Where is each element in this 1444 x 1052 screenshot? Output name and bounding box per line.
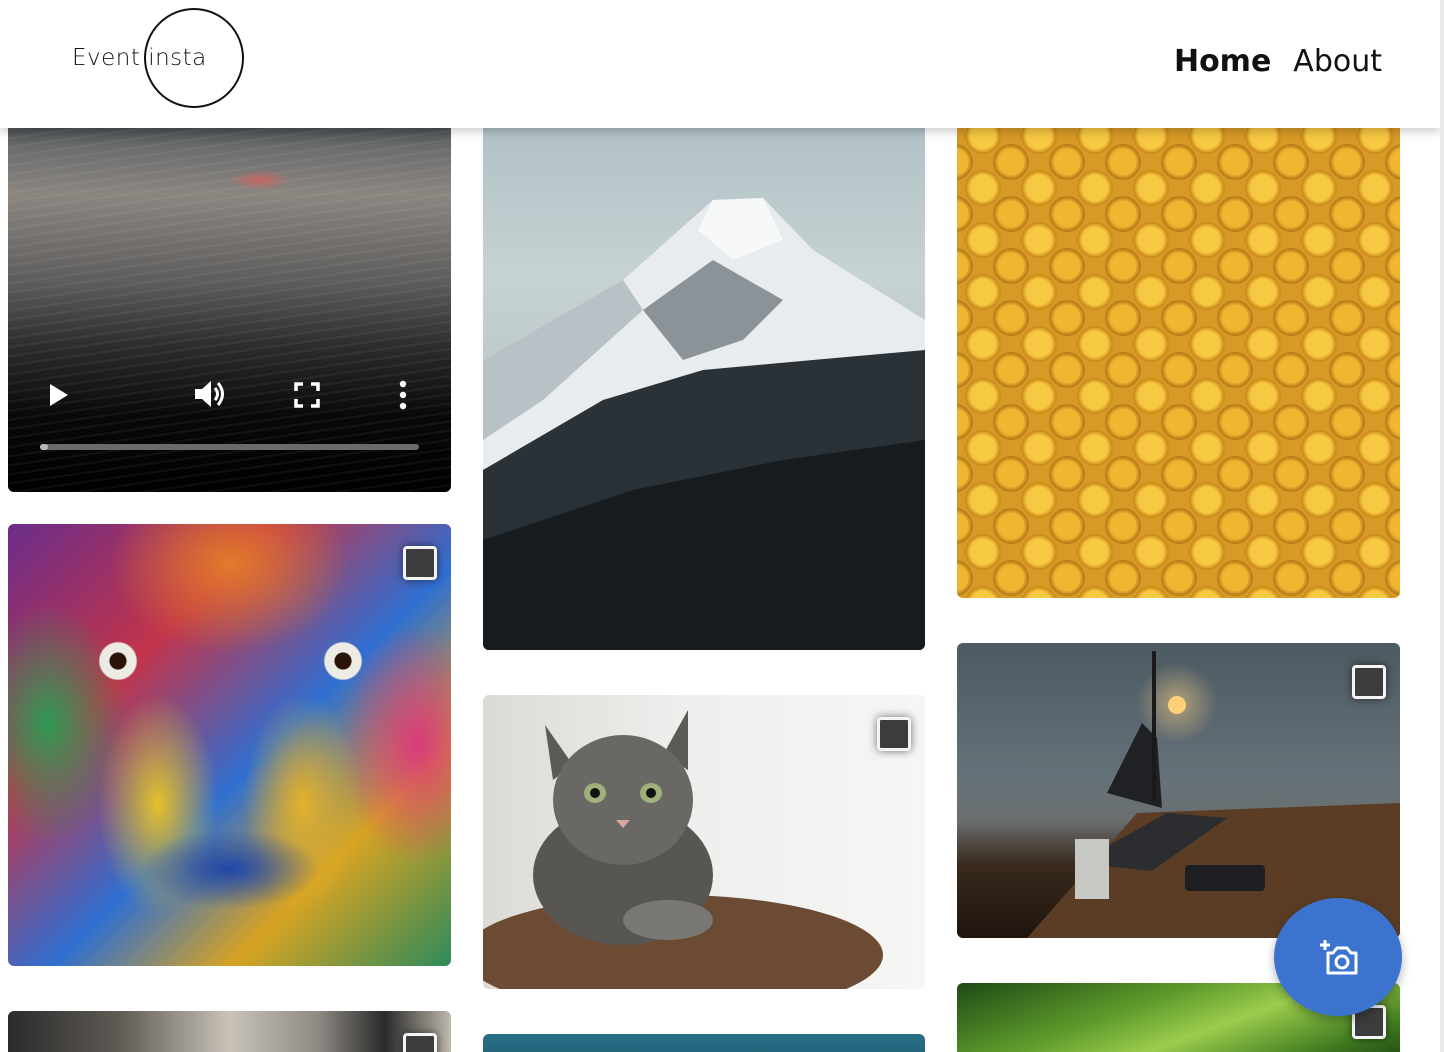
more-vert-icon[interactable] [398, 380, 408, 410]
app-header: Event insta Home About [0, 0, 1440, 128]
page: Event insta Home About [0, 0, 1444, 1052]
logo-text: Event insta [72, 45, 207, 71]
cat-illustration [483, 710, 883, 989]
select-checkbox[interactable] [877, 717, 911, 751]
nav-link-about[interactable]: About [1293, 44, 1382, 79]
nav-link-home[interactable]: Home [1174, 44, 1271, 79]
mountain-illustration [483, 198, 925, 650]
photo-tile-painted-face[interactable] [8, 524, 451, 966]
scrollbar[interactable] [1440, 0, 1444, 1052]
add-photo-button[interactable] [1274, 898, 1402, 1016]
photo-tile-lego-heads[interactable] [957, 110, 1400, 598]
photo-tile-desk[interactable] [957, 643, 1400, 938]
video-progress-fill [40, 444, 48, 450]
select-checkbox[interactable] [403, 1033, 437, 1052]
photo-tile-sea[interactable] [483, 1034, 925, 1052]
video-controls [8, 372, 451, 492]
video-tile[interactable] [8, 110, 451, 492]
video-progress-bar[interactable] [40, 444, 419, 450]
volume-icon[interactable] [193, 378, 229, 410]
logo[interactable]: Event insta [60, 7, 250, 111]
select-checkbox[interactable] [403, 546, 437, 580]
play-icon[interactable] [50, 384, 68, 406]
photo-tile-staircase[interactable] [8, 1011, 451, 1052]
main-nav: Home About [1174, 44, 1382, 79]
add-photo-icon [1320, 940, 1358, 975]
photo-tile-cat[interactable] [483, 695, 925, 989]
photo-tile-mountain[interactable] [483, 110, 925, 650]
select-checkbox[interactable] [1352, 665, 1386, 699]
fullscreen-icon[interactable] [294, 382, 320, 408]
desk-illustration [1027, 651, 1400, 938]
